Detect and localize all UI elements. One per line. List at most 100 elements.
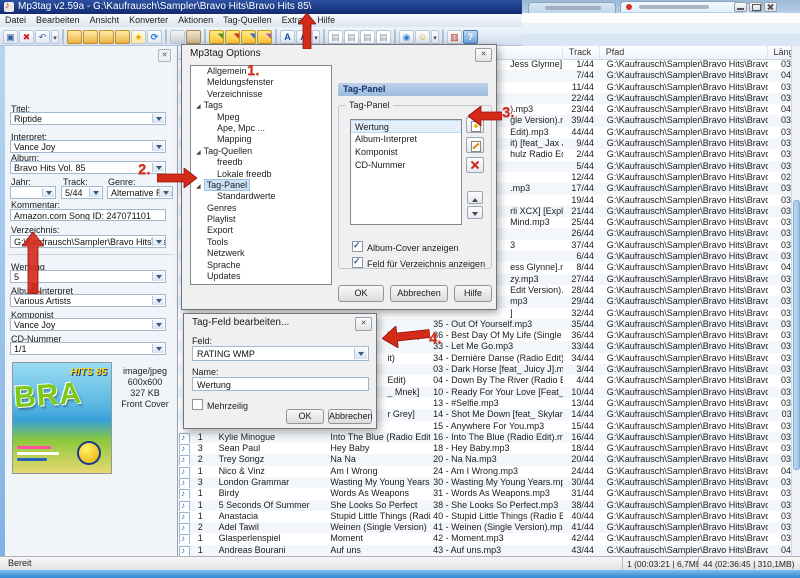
toolbar-separator[interactable]	[62, 29, 64, 44]
help-button[interactable]: Hilfe	[454, 285, 492, 302]
table-row[interactable]: 2 Trey Songz Na Na 20 - Na Na.mp3 20/44 …	[178, 454, 791, 465]
folder-up-icon[interactable]	[99, 30, 114, 44]
table-row[interactable]: 1 Birdy Words As Weapons 31 - Words As W…	[178, 488, 791, 499]
toolbar-separator[interactable]	[204, 29, 206, 44]
directory-field-checkbox[interactable]	[352, 257, 363, 268]
close-icon[interactable]	[355, 317, 372, 331]
options-tree-item[interactable]: Genres	[191, 203, 331, 214]
options-tree-item[interactable]: Tag-Panel	[191, 180, 331, 191]
columns-icon[interactable]	[447, 30, 462, 44]
chevron-down-icon[interactable]	[89, 188, 101, 197]
options-tree-item[interactable]: Verzeichnisse	[191, 89, 331, 100]
album-cover[interactable]: HITS 85 BRA	[12, 362, 112, 474]
cancel-button[interactable]: Abbrechen	[390, 285, 448, 302]
table-row[interactable]: 1 Glasperlenspiel Moment 42 - Moment.mp3…	[178, 533, 791, 544]
maximize-icon[interactable]	[749, 2, 762, 12]
column-header-track[interactable]: Track	[566, 46, 600, 58]
briefcase-icon[interactable]	[186, 30, 201, 44]
tag-source-icon-1[interactable]	[209, 30, 224, 44]
chevron-down-icon[interactable]	[159, 188, 171, 197]
feld-select[interactable]: RATING WMP	[192, 346, 369, 361]
menu-item[interactable]: Konverter	[124, 14, 173, 25]
track-field[interactable]: 5/44	[61, 186, 103, 199]
options-tree-item[interactable]: Playlist	[191, 214, 331, 225]
table-row[interactable]: 1 Andreas Bourani Auf uns 43 - Auf uns.m…	[178, 545, 791, 556]
kommentar-field[interactable]: Amazon.com Song ID: 247071101	[10, 209, 166, 221]
options-tree-item[interactable]: Export	[191, 225, 331, 236]
browser-tab[interactable]	[528, 2, 616, 13]
refresh-icon[interactable]	[147, 30, 162, 44]
close-icon[interactable]	[764, 2, 777, 12]
chevron-down-icon[interactable]	[354, 348, 367, 359]
column-header-laenge[interactable]: Länge	[770, 46, 791, 58]
chevron-down-icon[interactable]	[152, 237, 164, 246]
field-list-item[interactable]: Komponist	[351, 146, 461, 159]
table-row[interactable]: 1 Nico & Vinz Am I Wrong 24 - Am I Wrong…	[178, 466, 791, 477]
toolbar-separator[interactable]	[442, 29, 444, 44]
chevron-down-icon[interactable]	[152, 272, 164, 281]
chevron-down-icon[interactable]	[42, 188, 54, 197]
table-row[interactable]: 3 London Grammar Wasting My Young Years …	[178, 477, 791, 488]
amazon-source-icon[interactable]	[415, 30, 430, 44]
help-icon[interactable]	[463, 30, 478, 44]
options-tree-item[interactable]: freedb	[191, 157, 331, 168]
playlist-icon[interactable]	[328, 30, 343, 44]
field-list-item[interactable]: CD-Nummer	[351, 159, 461, 172]
close-icon[interactable]	[475, 48, 492, 62]
toolbar-separator[interactable]	[394, 29, 396, 44]
undo-icon[interactable]	[35, 30, 50, 44]
name-input[interactable]: Wertung	[192, 377, 369, 391]
tag-source-icon-2[interactable]	[225, 30, 240, 44]
menu-item[interactable]: Datei	[0, 14, 31, 25]
column-header-pfad[interactable]: Pfad	[603, 46, 768, 58]
move-down-button[interactable]	[467, 206, 483, 219]
remove-tag-icon[interactable]	[19, 30, 34, 44]
tag-source-icon-4[interactable]	[257, 30, 272, 44]
change-directory-icon[interactable]	[67, 30, 82, 44]
menu-item[interactable]: Ansicht	[85, 14, 125, 25]
ok-button[interactable]: OK	[286, 409, 324, 424]
options-tree-item[interactable]: Tools	[191, 237, 331, 248]
options-tree-item[interactable]: Sprache	[191, 260, 331, 271]
background-browser-window[interactable]	[522, 0, 800, 46]
actions-icon[interactable]	[131, 30, 146, 44]
options-tree-item[interactable]: Meldungsfenster	[191, 77, 331, 88]
komponist-field[interactable]: Vance Joy	[10, 318, 166, 331]
field-list-item[interactable]: Wertung	[351, 120, 461, 133]
table-row[interactable]: 1 Kylie Minogue Into The Blue (Radio Edi…	[178, 432, 791, 443]
file-list-scrollbar[interactable]	[791, 46, 800, 556]
options-tree-item[interactable]: Mapping	[191, 134, 331, 145]
chevron-down-icon[interactable]	[152, 296, 164, 305]
tag-source-icon-3[interactable]	[241, 30, 256, 44]
convert-case-icon[interactable]	[280, 30, 295, 44]
text-file-icon[interactable]	[360, 30, 375, 44]
favorites-folder-icon[interactable]	[115, 30, 130, 44]
options-tree-item[interactable]: Tags	[191, 100, 331, 111]
chevron-down-icon[interactable]	[152, 344, 164, 353]
menu-item[interactable]: Hilfe	[312, 14, 340, 25]
options-tree-item[interactable]: Netzwerk	[191, 248, 331, 259]
cd-nummer-field[interactable]: 1/1	[10, 342, 166, 355]
chevron-down-icon[interactable]	[152, 320, 164, 329]
options-tree-item[interactable]: Standardwerte	[191, 191, 331, 202]
browser-tab-active[interactable]	[620, 1, 738, 12]
delete-field-button[interactable]	[466, 157, 484, 173]
options-tree-item[interactable]: Mpeg	[191, 112, 331, 123]
menu-item[interactable]: Tag-Quellen	[218, 14, 277, 25]
ok-button[interactable]: OK	[338, 285, 384, 302]
options-tree-item[interactable]: Tag-Quellen	[191, 146, 331, 157]
table-row[interactable]: 3 Sean Paul Hey Baby 18 - Hey Baby.mp3 1…	[178, 443, 791, 454]
toolbar-separator[interactable]	[275, 29, 277, 44]
menu-item[interactable]: Aktionen	[173, 14, 218, 25]
options-tree-item[interactable]: Ape, Mpc ...	[191, 123, 331, 134]
print-icon[interactable]	[170, 30, 185, 44]
source-dropdown-icon[interactable]	[431, 30, 439, 44]
toolbar-separator[interactable]	[165, 29, 167, 44]
web-source-icon[interactable]	[399, 30, 414, 44]
cancel-button[interactable]: Abbrechen	[328, 409, 372, 424]
table-row[interactable]: 1 Anastacia Stupid Little Things (Radio …	[178, 511, 791, 522]
move-up-button[interactable]	[467, 191, 483, 204]
interpret-field[interactable]: Vance Joy	[10, 140, 166, 153]
options-tree-item[interactable]: Updates	[191, 271, 331, 282]
toolbar-separator[interactable]	[323, 29, 325, 44]
